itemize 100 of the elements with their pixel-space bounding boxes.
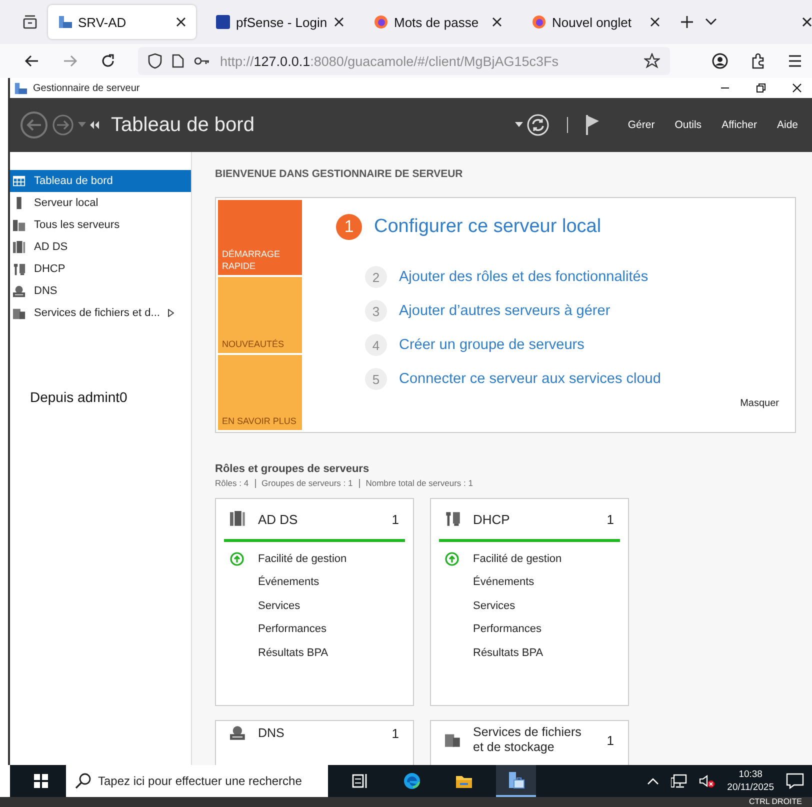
role-link[interactable]: Facilité de gestion xyxy=(473,552,562,565)
page-title: Tableau de bord xyxy=(111,114,254,136)
step-link[interactable]: Créer un groupe de serveurs xyxy=(399,337,584,353)
note-text: Depuis admint0 xyxy=(30,389,128,405)
back-circle-icon[interactable] xyxy=(20,111,48,139)
network-icon[interactable] xyxy=(671,774,688,788)
summary-text: Rôles : 4 xyxy=(215,478,249,488)
flag-icon[interactable] xyxy=(586,115,600,135)
role-link[interactable]: Performances xyxy=(473,623,542,636)
back-arrow-icon[interactable] xyxy=(24,53,40,69)
step-number: 5 xyxy=(365,368,387,390)
clock-time[interactable]: 10:38 xyxy=(727,768,774,781)
wrench-server-icon xyxy=(13,262,26,276)
role-link[interactable]: Événements xyxy=(473,576,534,588)
close-icon[interactable] xyxy=(650,17,660,27)
page-icon xyxy=(172,54,184,68)
menu-icon[interactable] xyxy=(788,55,802,67)
role-link[interactable]: Résultats BPA xyxy=(258,646,328,659)
sidebar-item[interactable]: DHCP xyxy=(10,258,191,280)
taskbar-app[interactable] xyxy=(496,765,536,797)
server-stack-icon xyxy=(13,240,26,254)
menu-item[interactable]: Outils xyxy=(674,119,702,131)
close-icon[interactable] xyxy=(492,17,502,27)
forward-circle-icon[interactable] xyxy=(52,114,74,136)
browser-tab[interactable]: Mots de passe xyxy=(364,5,512,39)
browser-swirl-icon xyxy=(403,772,421,790)
close-icon[interactable] xyxy=(334,17,344,27)
step-link[interactable]: Connecter ce serveur aux services cloud xyxy=(399,371,661,387)
summary-text: Nombre total de serveurs : 1 xyxy=(366,478,473,488)
hide-link[interactable]: Masquer xyxy=(740,398,779,409)
sidebar-item[interactable]: Tableau de bord xyxy=(10,170,191,192)
sidebar-item[interactable]: Serveur local xyxy=(10,192,191,214)
host-key-label: CTRL DROITE xyxy=(748,797,803,807)
sidebar-item[interactable]: DNS xyxy=(10,280,191,302)
server-toolbox-icon xyxy=(507,771,525,789)
role-link[interactable]: Services xyxy=(473,600,516,612)
search-field[interactable]: Tapez ici pour effectuer une recherche xyxy=(66,765,328,797)
role-count: 1 xyxy=(606,512,614,526)
caret-icon[interactable] xyxy=(514,122,523,128)
clock-date[interactable]: 20/11/2025 xyxy=(727,781,774,794)
sidebar-item[interactable]: AD DS xyxy=(10,236,191,258)
tab-list-icon[interactable] xyxy=(22,14,38,30)
reload-icon[interactable] xyxy=(100,53,116,69)
notification-icon[interactable] xyxy=(786,773,804,789)
role-count: 1 xyxy=(392,726,399,740)
search-icon xyxy=(75,773,91,789)
role-link[interactable]: Facilité de gestion xyxy=(258,552,347,565)
role-title[interactable]: AD DS xyxy=(258,512,380,526)
role-link[interactable]: Performances xyxy=(258,623,326,636)
browser-globe-icon xyxy=(374,15,388,29)
speaker-muted-icon[interactable] xyxy=(699,774,716,788)
browser-tab[interactable]: SRV-AD xyxy=(48,5,196,39)
step-number: 3 xyxy=(365,300,387,322)
close-icon[interactable] xyxy=(802,17,812,27)
url-text: http://127.0.0.1:8080/guacamole/#/client/MgBjAG15c3Fs xyxy=(220,54,560,68)
file-server-icon xyxy=(445,732,461,748)
servers-icon xyxy=(13,218,26,232)
key-icon xyxy=(194,56,210,66)
sidebar-item[interactable]: Services de fichiers et d... xyxy=(10,302,191,324)
role-title[interactable]: Services de fichiers et de stockage xyxy=(473,725,595,755)
extensions-icon[interactable] xyxy=(750,53,766,69)
browser-tab[interactable]: pfSense - Login xyxy=(206,5,354,39)
grid-icon xyxy=(13,174,26,188)
globe-server-icon xyxy=(13,284,26,298)
task-view-icon xyxy=(351,772,369,790)
step-link[interactable]: Configurer ce serveur local xyxy=(374,216,602,238)
address-bar[interactable]: http://127.0.0.1:8080/guacamole/#/client/MgBjAG15c3Fs xyxy=(138,47,670,75)
up-arrow-circle-icon xyxy=(445,552,459,566)
role-title[interactable]: DNS xyxy=(258,726,380,740)
role-link[interactable]: Résultats BPA xyxy=(473,646,544,659)
star-icon[interactable] xyxy=(644,53,660,69)
close-icon[interactable] xyxy=(792,83,802,93)
refresh-icon[interactable] xyxy=(526,114,549,136)
up-arrow-circle-icon xyxy=(230,552,244,566)
plus-icon[interactable] xyxy=(680,15,694,29)
server-stack-icon xyxy=(230,511,246,527)
account-icon[interactable] xyxy=(712,53,728,69)
role-title[interactable]: DHCP xyxy=(473,512,595,526)
step-link[interactable]: Ajouter des rôles et des fonctionnalités xyxy=(399,269,648,285)
restore-icon[interactable] xyxy=(756,83,766,93)
browser-tab[interactable]: Nouvel onglet xyxy=(522,5,670,39)
chevron-up-icon[interactable] xyxy=(647,777,660,785)
menu-item[interactable]: Gérer xyxy=(628,119,655,131)
role-count: 1 xyxy=(606,732,614,748)
step-link[interactable]: Ajouter d’autres serveurs à gérer xyxy=(399,303,610,319)
welcome-tab[interactable]: NOUVEAUTÉS xyxy=(218,277,302,353)
window-title: Gestionnaire de serveur xyxy=(33,82,140,94)
welcome-tab[interactable]: EN SAVOIR PLUS xyxy=(218,354,302,430)
section-heading: BIENVENUE DANS GESTIONNAIRE DE SERVEUR xyxy=(215,168,464,180)
role-link[interactable]: Services xyxy=(258,600,300,612)
windows-logo-icon[interactable] xyxy=(34,774,48,788)
double-chevron-icon[interactable] xyxy=(90,121,99,129)
sidebar-item[interactable]: Tous les serveurs xyxy=(10,214,191,236)
shield-icon xyxy=(148,53,162,69)
role-link[interactable]: Événements xyxy=(258,576,320,588)
menu-item[interactable]: Aide xyxy=(776,119,798,131)
forward-arrow-icon[interactable] xyxy=(62,53,78,69)
role-count: 1 xyxy=(392,512,399,526)
close-icon[interactable] xyxy=(176,17,186,27)
menu-item[interactable]: Afficher xyxy=(722,119,757,131)
